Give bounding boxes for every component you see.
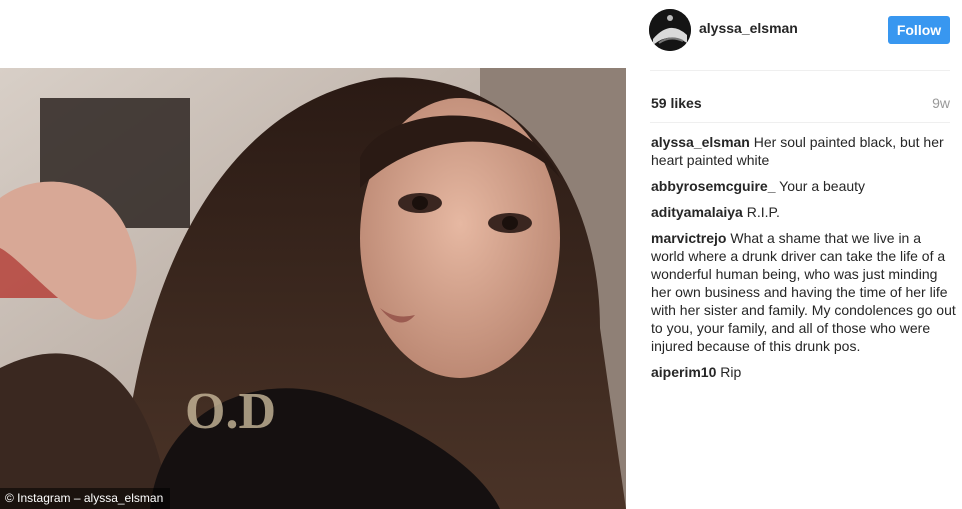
comment-text: R.I.P. — [746, 204, 780, 220]
post-username[interactable]: alyssa_elsman — [699, 20, 798, 36]
post-sidebar: alyssa_elsman Follow 59 likes 9w alyssa_… — [626, 0, 962, 509]
comment-author[interactable]: aiperim10 — [651, 364, 716, 380]
comment-text: Your a beauty — [779, 178, 866, 194]
follow-button[interactable]: Follow — [888, 16, 950, 44]
comment-author[interactable]: marvictrejo — [651, 230, 726, 246]
avatar[interactable] — [649, 9, 691, 51]
divider — [650, 70, 950, 71]
post-time[interactable]: 9w — [932, 95, 950, 111]
comment: alyssa_elsman Her soul painted black, bu… — [651, 133, 957, 169]
comment: adityamalaiya R.I.P. — [651, 203, 957, 221]
divider — [650, 122, 950, 123]
comments-list: alyssa_elsman Her soul painted black, bu… — [651, 133, 957, 389]
post-photo[interactable]: O.D © Instagram – alyssa_elsman — [0, 68, 626, 509]
comment-author[interactable]: adityamalaiya — [651, 204, 743, 220]
photo-credit: © Instagram – alyssa_elsman — [0, 488, 171, 509]
shirt-print: O.D — [185, 383, 276, 440]
comment-text: Rip — [720, 364, 742, 380]
comment: abbyrosemcguire_ Your a beauty — [651, 177, 957, 195]
comment-text: What a shame that we live in a world whe… — [651, 230, 956, 354]
avatar-image — [649, 9, 691, 51]
likes-count[interactable]: 59 likes — [651, 95, 702, 111]
comment: aiperim10 Rip — [651, 363, 957, 381]
selfie-image: O.D — [0, 68, 626, 509]
comment-author[interactable]: alyssa_elsman — [651, 134, 750, 150]
post-header: alyssa_elsman Follow — [626, 0, 962, 70]
comment-author[interactable]: abbyrosemcguire_ — [651, 178, 776, 194]
comment: marvictrejo What a shame that we live in… — [651, 229, 957, 355]
